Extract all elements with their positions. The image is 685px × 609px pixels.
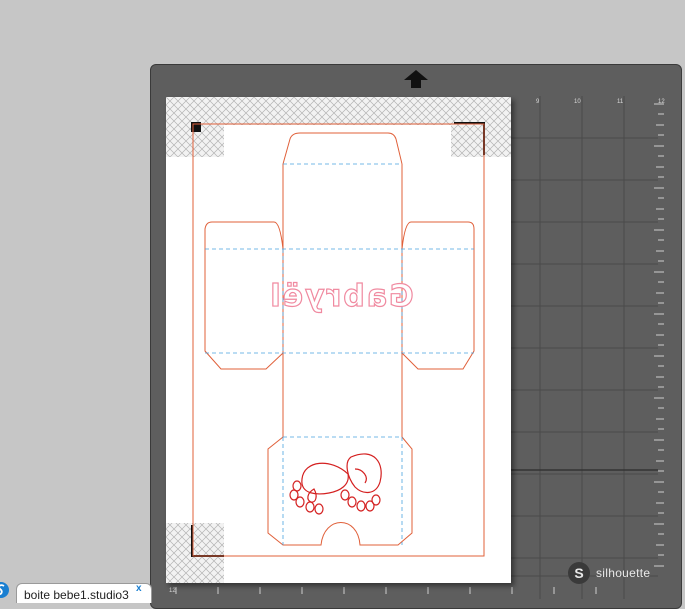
ruler-number: 12 — [658, 99, 665, 105]
ruler-number: 11 — [617, 99, 624, 105]
brand-name: silhouette — [596, 566, 651, 580]
ruler-number: 10 — [574, 99, 581, 105]
silhouette-logo-icon: S — [568, 562, 590, 584]
box-cut-outline — [204, 132, 475, 546]
app-logo-icon — [0, 582, 9, 598]
feed-direction-arrow-icon — [404, 70, 428, 88]
fold-lines — [205, 163, 474, 545]
name-text: Gabryël — [268, 279, 413, 314]
registration-mark-region — [166, 97, 511, 583]
ruler-number: 12 — [169, 588, 176, 594]
ruler-number: 9 — [536, 99, 540, 105]
close-tab-icon[interactable]: x — [136, 583, 142, 594]
cut-border — [192, 123, 485, 557]
document-tab[interactable]: boite bebe1.studio3 x — [16, 583, 152, 603]
design-canvas[interactable]: Gabryël — [166, 97, 511, 583]
brand-watermark: S silhouette — [568, 562, 650, 584]
document-tab-label: boite bebe1.studio3 — [24, 588, 129, 602]
baby-feet-icon — [289, 453, 382, 515]
